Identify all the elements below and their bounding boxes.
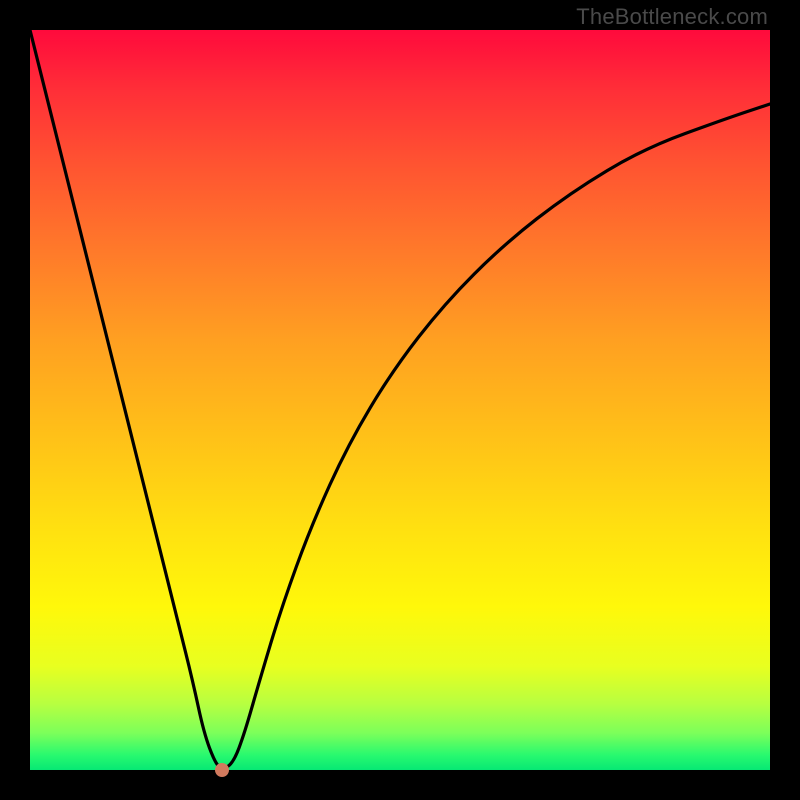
optimum-marker [215, 763, 229, 777]
watermark-text: TheBottleneck.com [576, 4, 768, 30]
plot-area [30, 30, 770, 770]
chart-frame: TheBottleneck.com [0, 0, 800, 800]
bottleneck-curve [30, 30, 770, 770]
